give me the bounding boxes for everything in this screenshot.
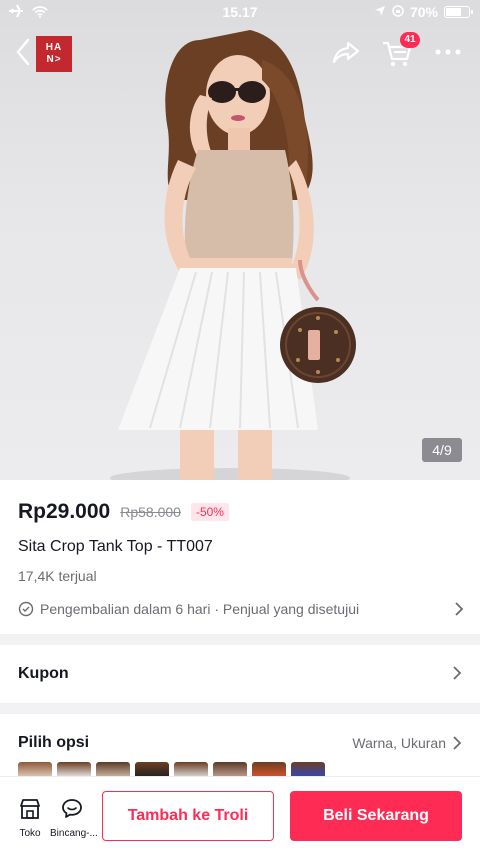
chat-icon — [62, 799, 82, 818]
chevron-right-icon — [453, 736, 462, 750]
more-button[interactable] — [432, 36, 464, 68]
current-price: Rp29.000 — [18, 500, 111, 523]
bottom-action-bar: Toko Bincang-... Tambah ke Troli Beli Se… — [0, 776, 480, 854]
options-hint: Warna, Ukuran — [352, 735, 446, 751]
orientation-lock-icon — [392, 4, 404, 20]
cart-count-badge: 41 — [400, 32, 420, 48]
policy-row[interactable]: Pengembalian dalam 6 hari · Penjual yang… — [18, 598, 464, 620]
shop-button[interactable]: Toko — [8, 797, 52, 841]
options-title: Pilih opsi — [18, 734, 90, 751]
share-button[interactable] — [330, 36, 362, 68]
shop-logo[interactable]: HA N> — [36, 36, 72, 72]
image-counter: 4/9 — [422, 438, 462, 462]
store-icon — [20, 799, 40, 819]
battery-icon — [444, 6, 473, 18]
discount-badge: -50% — [190, 503, 229, 521]
chevron-left-icon — [16, 38, 30, 66]
coupon-title: Kupon — [18, 665, 69, 682]
sold-count: 17,4K terjual — [18, 568, 97, 584]
top-nav: HA N> 41 — [0, 30, 480, 74]
original-price: Rp58.000 — [120, 504, 181, 520]
chevron-right-icon — [453, 666, 462, 680]
status-bar: 15.17 70% — [0, 0, 480, 24]
battery-percent: 70% — [409, 4, 438, 20]
policy-text: Pengembalian dalam 6 hari · Penjual yang… — [40, 601, 360, 617]
chevron-right-icon — [455, 602, 464, 616]
add-to-cart-button[interactable]: Tambah ke Troli — [102, 791, 274, 841]
back-button[interactable] — [14, 34, 34, 70]
buy-now-button[interactable]: Beli Sekarang — [290, 791, 462, 841]
share-icon — [332, 41, 360, 64]
location-icon — [374, 4, 386, 20]
chat-label: Bincang-... — [50, 828, 98, 839]
product-info-card: Rp29.000 Rp58.000 -50% Sita Crop Tank To… — [0, 480, 480, 634]
coupon-row[interactable]: Kupon — [0, 645, 480, 703]
more-dots-icon — [435, 49, 461, 55]
shop-label: Toko — [19, 828, 41, 839]
options-row[interactable]: Pilih opsi Warna, Ukuran — [0, 714, 480, 784]
chat-button[interactable]: Bincang-... — [50, 797, 98, 841]
product-title: Sita Crop Tank Top - TT007 — [18, 538, 213, 555]
check-circle-icon — [18, 601, 34, 617]
price-row: Rp29.000 Rp58.000 -50% — [18, 500, 229, 524]
